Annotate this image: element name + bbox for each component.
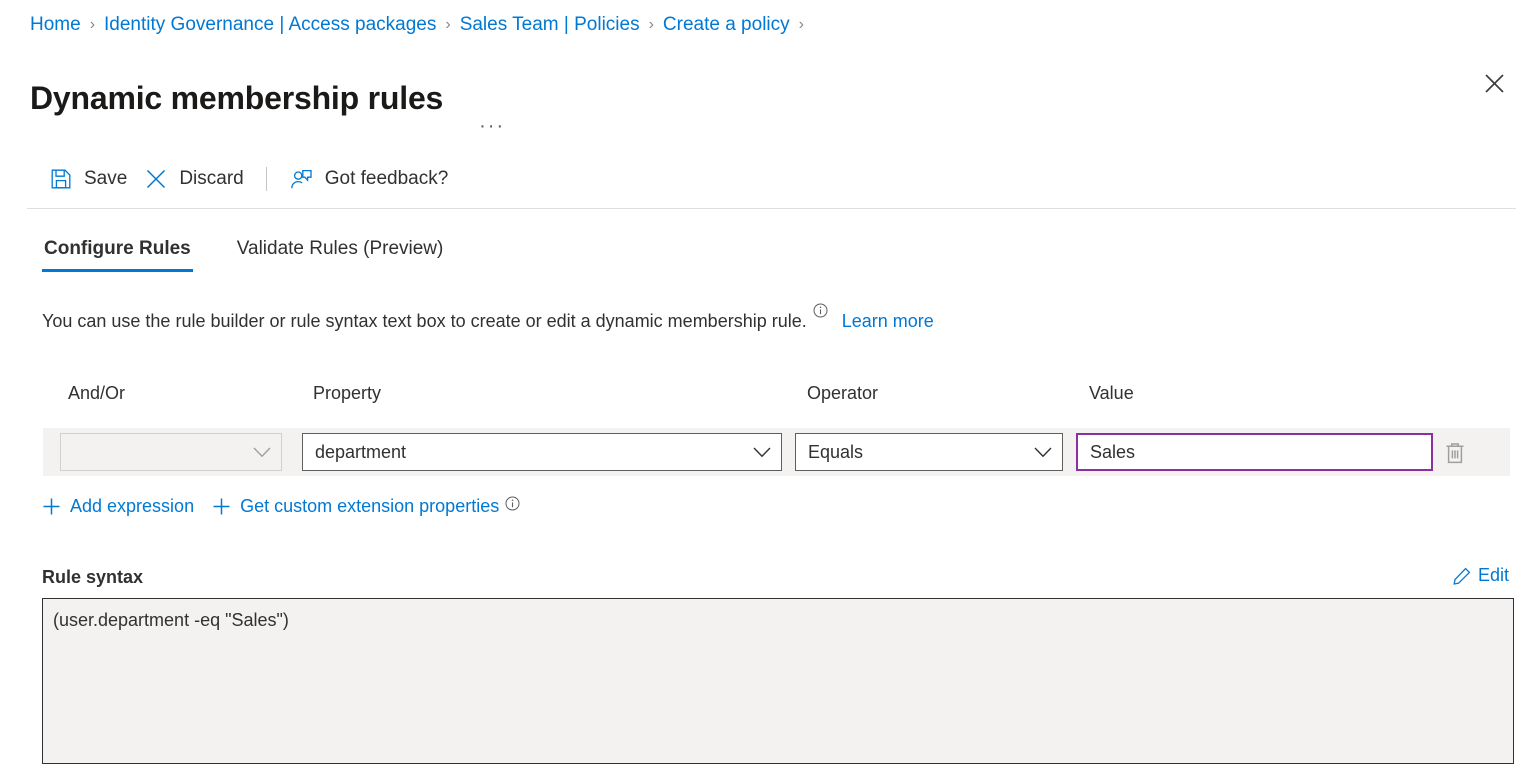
tab-configure-rules[interactable]: Configure Rules: [42, 238, 193, 272]
breadcrumb-item-create-a-policy[interactable]: Create a policy: [663, 13, 790, 37]
rule-builder-column-headers: And/Or Property Operator Value: [0, 383, 1539, 409]
rule-syntax-textarea[interactable]: [42, 598, 1514, 764]
breadcrumb: Home › Identity Governance | Access pack…: [30, 13, 813, 37]
got-feedback-button-label: Got feedback?: [325, 168, 449, 190]
column-header-operator: Operator: [807, 383, 878, 404]
breadcrumb-item-home[interactable]: Home: [30, 13, 81, 37]
delete-expression-button[interactable]: [1440, 438, 1470, 468]
command-bar-bottom-divider: [27, 208, 1516, 209]
property-dropdown[interactable]: department: [302, 433, 782, 471]
edit-rule-syntax-button[interactable]: Edit: [1453, 565, 1509, 586]
column-header-property: Property: [313, 383, 381, 404]
get-custom-extension-properties-button[interactable]: Get custom extension properties: [212, 496, 520, 517]
description-row: You can use the rule builder or rule syn…: [42, 308, 934, 334]
column-header-value: Value: [1089, 383, 1134, 404]
column-header-andor: And/Or: [68, 383, 125, 404]
chevron-down-icon: [253, 447, 271, 458]
tab-validate-rules[interactable]: Validate Rules (Preview): [235, 238, 446, 272]
dynamic-membership-rules-blade: Home › Identity Governance | Access pack…: [0, 0, 1539, 778]
operator-dropdown-value: Equals: [808, 442, 1026, 463]
edit-rule-syntax-label: Edit: [1478, 565, 1509, 586]
close-button[interactable]: [1477, 66, 1511, 100]
pencil-icon: [1453, 567, 1471, 585]
add-expression-label: Add expression: [70, 496, 194, 517]
rule-expression-row: department Equals Sales: [0, 428, 1539, 476]
rule-builder-actions: Add expression Get custom extension prop…: [42, 496, 538, 517]
discard-icon: [143, 166, 169, 192]
plus-icon: [212, 497, 231, 516]
andor-dropdown[interactable]: [60, 433, 282, 471]
discard-button[interactable]: Discard: [135, 161, 251, 197]
learn-more-link[interactable]: Learn more: [842, 308, 934, 334]
chevron-down-icon: [753, 447, 771, 458]
close-icon: [1485, 74, 1504, 93]
trash-icon: [1444, 441, 1466, 465]
plus-icon: [42, 497, 61, 516]
info-icon[interactable]: [505, 496, 520, 511]
breadcrumb-separator-icon: ›: [90, 13, 95, 37]
command-bar-divider: [266, 167, 267, 191]
breadcrumb-separator-icon: ›: [445, 13, 450, 37]
property-dropdown-value: department: [315, 442, 745, 463]
tab-list: Configure Rules Validate Rules (Preview): [42, 238, 487, 272]
value-input[interactable]: Sales: [1090, 442, 1421, 463]
rule-syntax-label: Rule syntax: [42, 567, 143, 588]
got-feedback-button[interactable]: Got feedback?: [281, 161, 457, 197]
chevron-down-icon: [1034, 447, 1052, 458]
title-row: Dynamic membership rules ···: [30, 56, 511, 141]
feedback-icon: [289, 166, 315, 192]
breadcrumb-separator-icon: ›: [649, 13, 654, 37]
info-icon[interactable]: [813, 303, 828, 318]
breadcrumb-item-sales-team-policies[interactable]: Sales Team | Policies: [460, 13, 640, 37]
value-input-wrapper[interactable]: Sales: [1076, 433, 1433, 471]
operator-dropdown[interactable]: Equals: [795, 433, 1063, 471]
command-bar: Save Discard Got feedback?: [40, 160, 456, 198]
add-expression-button[interactable]: Add expression: [42, 496, 194, 517]
more-options-button[interactable]: ···: [473, 117, 511, 135]
breadcrumb-separator-icon: ›: [799, 13, 804, 37]
save-icon: [48, 166, 74, 192]
save-button-label: Save: [84, 168, 127, 190]
get-custom-extension-properties-label: Get custom extension properties: [240, 496, 499, 517]
breadcrumb-item-identity-governance[interactable]: Identity Governance | Access packages: [104, 13, 436, 37]
description-text: You can use the rule builder or rule syn…: [42, 308, 807, 334]
page-title: Dynamic membership rules: [30, 77, 443, 119]
discard-button-label: Discard: [179, 168, 243, 190]
save-button[interactable]: Save: [40, 161, 135, 197]
